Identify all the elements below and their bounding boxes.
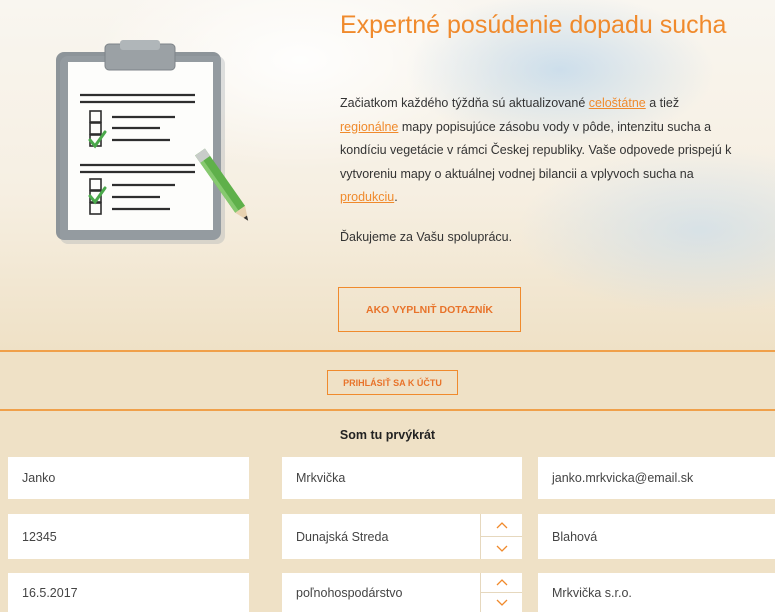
login-button[interactable]: PRIHLÁSIŤ SA K ÚČTU <box>327 370 458 395</box>
company-field[interactable]: Mrkvička s.r.o. <box>538 573 775 612</box>
how-to-fill-button[interactable]: AKO VYPLNIŤ DOTAZNÍK <box>338 287 521 332</box>
last-name-field[interactable]: Mrkvička <box>282 457 522 499</box>
sector-select[interactable]: poľnohospodárstvo <box>282 573 480 612</box>
district-select[interactable]: Dunajská Streda <box>282 514 480 559</box>
chevron-up-icon[interactable] <box>481 573 522 592</box>
first-name-field[interactable]: Janko <box>8 457 249 499</box>
clipboard-checklist-icon <box>50 40 250 250</box>
district-stepper[interactable] <box>480 514 522 559</box>
email-field[interactable]: janko.mrkvicka@email.sk <box>538 457 775 499</box>
link-regional-maps[interactable]: regionálne <box>340 120 398 134</box>
sector-stepper[interactable] <box>480 573 522 612</box>
thanks-text: Ďakujeme za Vašu spoluprácu. <box>340 230 513 244</box>
divider-bottom <box>0 409 775 411</box>
link-production[interactable]: produkciu <box>340 190 394 204</box>
divider-top <box>0 350 775 352</box>
chevron-down-icon[interactable] <box>481 592 522 612</box>
municipality-field[interactable]: Blahová <box>538 514 775 559</box>
page-title: Expertné posúdenie dopadu sucha <box>340 11 727 39</box>
date-field[interactable]: 16.5.2017 <box>8 573 249 612</box>
chevron-down-icon[interactable] <box>481 536 522 559</box>
section-title-first-time: Som tu prvýkrát <box>339 428 436 442</box>
link-nationwide-maps[interactable]: celoštátne <box>589 96 646 110</box>
postal-code-field[interactable]: 12345 <box>8 514 249 559</box>
intro-text: Začiatkom každého týždňa sú aktualizovan… <box>340 96 732 204</box>
chevron-up-icon[interactable] <box>481 514 522 536</box>
hero-section: Expertné posúdenie dopadu sucha Začiatko… <box>0 0 775 350</box>
